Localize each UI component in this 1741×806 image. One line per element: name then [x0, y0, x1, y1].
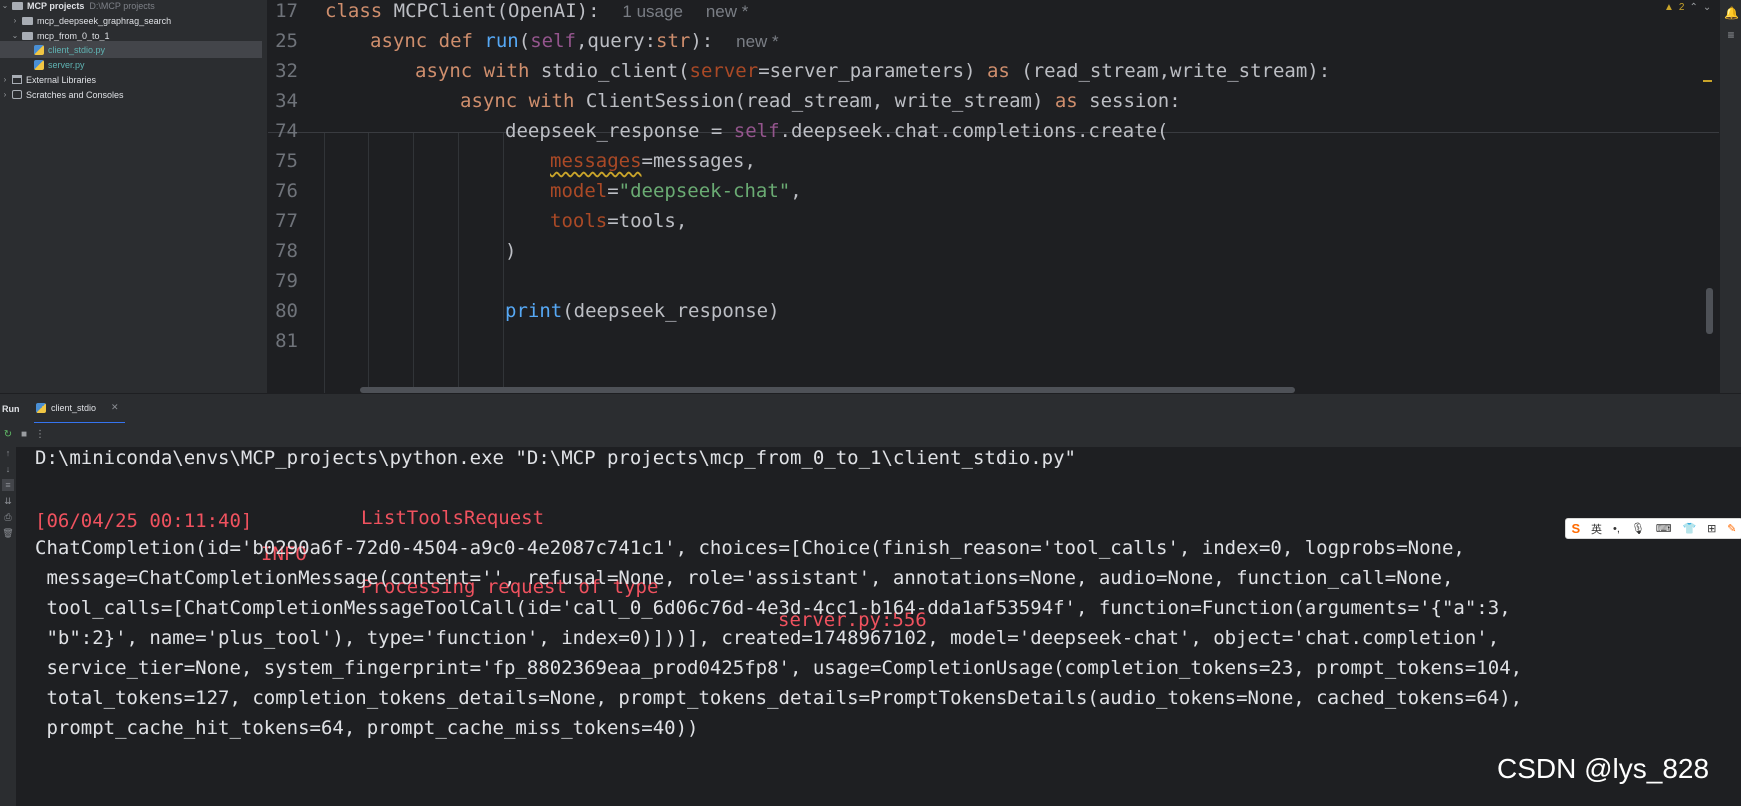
warning-count: 2 — [1678, 2, 1685, 13]
skin-icon[interactable]: 👕 — [1683, 522, 1697, 535]
folder-icon — [12, 1, 23, 10]
line-number: 34 — [275, 90, 298, 112]
soft-wrap-icon[interactable]: ≡ — [2, 479, 14, 491]
code-editor[interactable]: 17 class MCPClient(OpenAI): 1 usage new … — [268, 0, 1741, 393]
log-entry: [06/04/25 00:11:40] INFO Processing requ… — [35, 472, 1735, 631]
inspection-widget[interactable]: ▲ 2 ⌃ ⌄ — [1664, 2, 1711, 13]
line-number: 25 — [275, 30, 298, 52]
code-line[interactable]: ) — [505, 235, 516, 268]
code-line[interactable]: class MCPClient(OpenAI): 1 usage new * — [325, 0, 748, 28]
folder-icon — [22, 31, 33, 40]
console-line: total_tokens=127, completion_tokens_deta… — [35, 687, 1523, 709]
tree-label: client_stdio.py — [48, 44, 106, 55]
tree-label: Scratches and Consoles — [26, 89, 124, 100]
python-file-icon — [36, 402, 46, 413]
line-number: 75 — [275, 150, 298, 172]
scroll-to-end-icon[interactable]: ⇊ — [2, 495, 14, 507]
code-line[interactable]: messages=messages, — [550, 145, 756, 178]
console-line: prompt_cache_hit_tokens=64, prompt_cache… — [35, 717, 699, 739]
code-line[interactable]: async with ClientSession(read_stream, wr… — [460, 85, 1181, 118]
change-marker[interactable] — [1703, 80, 1712, 82]
vertical-scrollbar[interactable] — [1706, 288, 1713, 334]
run-panel-title: Run — [2, 403, 20, 414]
arrow-up-icon[interactable]: ↑ — [2, 447, 14, 459]
line-number: 78 — [275, 240, 298, 262]
watermark: CSDN @lys_828 — [1497, 753, 1710, 784]
line-number: 76 — [275, 180, 298, 202]
warning-icon: ▲ — [1664, 2, 1674, 13]
python-file-icon — [34, 59, 44, 70]
author-hint[interactable]: new * — [706, 2, 749, 21]
chevron-down-icon[interactable]: ⌄ — [0, 1, 10, 10]
scratches-icon — [12, 90, 22, 99]
run-panel-header: Run client_stdio ✕ — [0, 393, 1741, 424]
tab-client-stdio[interactable]: client_stdio ✕ — [34, 394, 125, 424]
close-icon[interactable]: ✕ — [111, 402, 119, 413]
python-file-icon — [34, 44, 44, 55]
right-tool-strip: 🔔 ≡ — [1719, 0, 1741, 393]
line-number: 81 — [275, 330, 298, 352]
tree-label: External Libraries — [26, 74, 97, 85]
database-icon[interactable]: ≡ — [1724, 28, 1738, 42]
tree-path: D:\MCP projects — [89, 0, 155, 11]
punctuation-icon[interactable]: •, — [1613, 523, 1620, 535]
log-message-continued: ListToolsRequest — [361, 507, 545, 529]
more-icon[interactable]: ⋮ — [34, 429, 46, 441]
chevron-right-icon[interactable]: › — [0, 75, 10, 84]
line-number: 32 — [275, 60, 298, 82]
folder-icon — [22, 16, 33, 25]
console-line: D:\miniconda\envs\MCP_projects\python.ex… — [35, 447, 1076, 469]
tree-label: server.py — [48, 59, 85, 70]
code-line[interactable]: async def run(self,query:str): new * — [370, 25, 779, 58]
rerun-icon[interactable]: ↻ — [2, 429, 14, 441]
chevron-down-icon[interactable]: ⌄ — [1703, 2, 1711, 13]
trash-icon[interactable]: 🗑 — [2, 527, 14, 539]
author-hint[interactable]: new * — [736, 32, 779, 51]
line-number: 79 — [275, 270, 298, 292]
line-number: 74 — [275, 120, 298, 142]
run-side-toolbar: ↑ ↓ ≡ ⇊ ⎙ 🗑 — [0, 447, 16, 806]
project-panel: ⌄ MCP projects D:\MCP projects › mcp_dee… — [0, 0, 268, 393]
line-number: 77 — [275, 210, 298, 232]
console-output[interactable]: D:\miniconda\envs\MCP_projects\python.ex… — [16, 447, 1741, 806]
code-line[interactable]: model="deepseek-chat", — [550, 175, 802, 208]
chevron-right-icon[interactable]: › — [0, 90, 10, 99]
ime-logo[interactable]: S — [1571, 521, 1580, 536]
code-line[interactable]: deepseek_response = self.deepseek.chat.c… — [505, 115, 1168, 148]
print-icon[interactable]: ⎙ — [2, 511, 14, 523]
console-line: service_tier=None, system_fingerprint='f… — [35, 657, 1523, 679]
console-line: tool_calls=[ChatCompletionMessageToolCal… — [35, 597, 1511, 619]
line-number: 80 — [275, 300, 298, 322]
console-line: message=ChatCompletionMessage(content=''… — [35, 567, 1454, 589]
ime-mode[interactable]: 英 — [1591, 521, 1602, 537]
console-line: "b":2}', name='plus_tool'), type='functi… — [35, 627, 1500, 649]
grid-icon[interactable]: ⊞ — [1707, 522, 1716, 535]
tree-item-scratches[interactable]: › Scratches and Consoles — [0, 86, 262, 103]
run-toolbar: ↻ ■ ⋮ — [0, 423, 1741, 447]
line-number: 17 — [275, 0, 298, 22]
code-line[interactable]: print(deepseek_response) — [505, 295, 780, 328]
ime-extra-icon[interactable]: ✎ — [1727, 522, 1736, 535]
keyboard-icon[interactable]: ⌨ — [1656, 522, 1672, 535]
console-line: ChatCompletion(id='b0290a6f-72d0-4504-a9… — [35, 537, 1465, 559]
ime-toolbar[interactable]: S 英 •, 🎙 ⌨ 👕 ⊞ ✎ — [1565, 518, 1741, 539]
chevron-up-icon[interactable]: ⌃ — [1689, 2, 1697, 13]
stop-icon[interactable]: ■ — [18, 429, 30, 441]
notifications-icon[interactable]: 🔔 — [1724, 6, 1739, 20]
chevron-down-icon[interactable]: ⌄ — [10, 31, 20, 40]
code-line[interactable]: tools=tools, — [550, 205, 687, 238]
usage-hint[interactable]: 1 usage — [622, 2, 683, 21]
arrow-down-icon[interactable]: ↓ — [2, 463, 14, 475]
tab-label: client_stdio — [51, 402, 97, 413]
chevron-right-icon[interactable]: › — [10, 16, 20, 25]
code-line[interactable]: async with stdio_client(server=server_pa… — [415, 55, 1330, 88]
tree-label: mcp_from_0_to_1 — [37, 30, 110, 41]
tree-label: mcp_deepseek_graphrag_search — [37, 15, 172, 26]
microphone-icon[interactable]: 🎙 — [1631, 522, 1645, 535]
library-icon — [12, 75, 22, 84]
tree-label: MCP projects — [27, 0, 85, 11]
